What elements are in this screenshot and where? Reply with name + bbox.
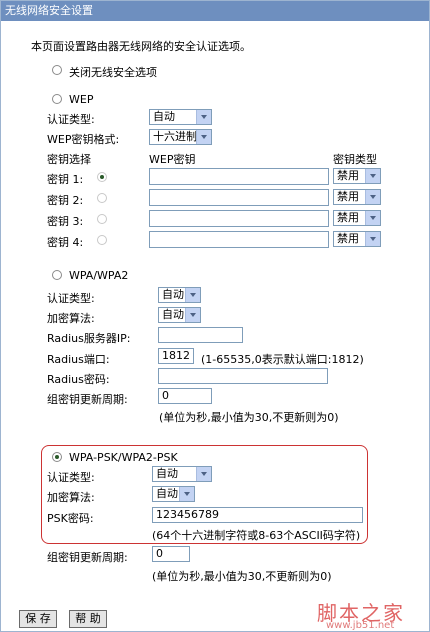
wep-col-type: 密钥类型 [333,153,377,166]
radius-ip-label: Radius服务器IP: [47,332,131,345]
wpa-renew-input[interactable]: 0 [158,388,212,404]
psk-renew-input[interactable]: 0 [152,546,190,562]
radius-port-label: Radius端口: [47,353,110,366]
settings-panel: 无线网络安全设置 本页面设置路由器无线网络的安全认证选项。 关闭无线安全选项 W… [0,0,430,632]
wep-key4-input[interactable] [149,231,329,248]
disable-security-radio[interactable] [52,65,62,75]
wep-key1-input[interactable] [149,168,329,185]
watermark-url: www.jb51.net [326,620,395,631]
save-button[interactable]: 保 存 [19,610,57,628]
radius-pwd-input[interactable] [158,368,328,384]
psk-pwd-input[interactable]: 123456789 [152,507,363,523]
wep-format-select[interactable]: 十六进制 [149,129,212,145]
psk-enc-select[interactable]: 自动 [152,486,195,502]
wep-key4-label: 密钥 4: [47,236,84,249]
wep-auth-select[interactable]: 自动 [149,109,212,125]
wep-key2-label: 密钥 2: [47,194,84,207]
psk-renew-label: 组密钥更新周期: [47,551,128,564]
wpa-auth-select[interactable]: 自动 [158,287,201,303]
psk-auth-select[interactable]: 自动 [152,466,212,482]
wep-key2-input[interactable] [149,189,329,206]
wep-col-key: WEP密钥 [149,153,196,166]
help-button[interactable]: 帮 助 [69,610,107,628]
wep-key1-type-select[interactable]: 禁用 [333,168,381,184]
chevron-down-icon [365,232,380,246]
wpa-renew-label: 组密钥更新周期: [47,393,128,406]
wep-col-select: 密钥选择 [47,153,91,166]
wep-key1-type-value: 禁用 [337,169,359,182]
wpa-radio[interactable] [52,270,62,280]
psk-enc-label: 加密算法: [47,491,95,504]
radius-port-input[interactable]: 1812 [158,348,194,364]
chevron-down-icon [196,467,211,481]
psk-renew-hint: (单位为秒,最小值为30,不更新则为0) [152,570,332,583]
wep-key1-label: 密钥 1: [47,173,84,186]
radius-pwd-label: Radius密码: [47,373,110,386]
wep-format-value: 十六进制 [153,130,197,143]
chevron-down-icon [196,110,211,124]
wep-format-label: WEP密钥格式: [47,133,120,146]
chevron-down-icon [185,308,200,322]
chevron-down-icon [196,130,211,144]
intro-text: 本页面设置路由器无线网络的安全认证选项。 [31,40,251,53]
wep-key4-radio[interactable] [97,235,107,245]
wpa-auth-value: 自动 [162,288,184,301]
wep-key1-radio[interactable] [97,172,107,182]
wep-key3-type-select[interactable]: 禁用 [333,210,381,226]
wep-label: WEP [69,93,94,106]
wep-key4-type-value: 禁用 [337,232,359,245]
wpa-label: WPA/WPA2 [69,269,129,282]
psk-auth-label: 认证类型: [47,471,95,484]
wpa-enc-select[interactable]: 自动 [158,307,201,323]
wep-key3-radio[interactable] [97,214,107,224]
wpa-enc-label: 加密算法: [47,312,95,325]
wep-radio[interactable] [52,94,62,104]
wpa-renew-hint: (单位为秒,最小值为30,不更新则为0) [159,411,339,424]
psk-radio[interactable] [52,452,62,462]
chevron-down-icon [365,169,380,183]
chevron-down-icon [365,211,380,225]
wep-key2-radio[interactable] [97,193,107,203]
wep-key2-type-select[interactable]: 禁用 [333,189,381,205]
chevron-down-icon [185,288,200,302]
wep-key3-input[interactable] [149,210,329,227]
wep-auth-label: 认证类型: [47,113,95,126]
psk-pwd-label: PSK密码: [47,512,94,525]
chevron-down-icon [179,487,194,501]
chevron-down-icon [365,190,380,204]
radius-ip-input[interactable] [158,327,243,343]
panel-title: 无线网络安全设置 [1,1,429,21]
wep-key4-type-select[interactable]: 禁用 [333,231,381,247]
wep-key2-type-value: 禁用 [337,190,359,203]
disable-security-label: 关闭无线安全选项 [69,66,157,79]
psk-auth-value: 自动 [156,467,178,480]
wep-key3-label: 密钥 3: [47,215,84,228]
wep-auth-value: 自动 [153,110,175,123]
psk-enc-value: 自动 [156,487,178,500]
psk-label: WPA-PSK/WPA2-PSK [69,451,178,464]
wep-key3-type-value: 禁用 [337,211,359,224]
wpa-enc-value: 自动 [162,308,184,321]
psk-pwd-hint: (64个十六进制字符或8-63个ASCII码字符) [152,529,361,542]
wpa-auth-label: 认证类型: [47,292,95,305]
radius-port-hint: (1-65535,0表示默认端口:1812) [201,353,364,366]
